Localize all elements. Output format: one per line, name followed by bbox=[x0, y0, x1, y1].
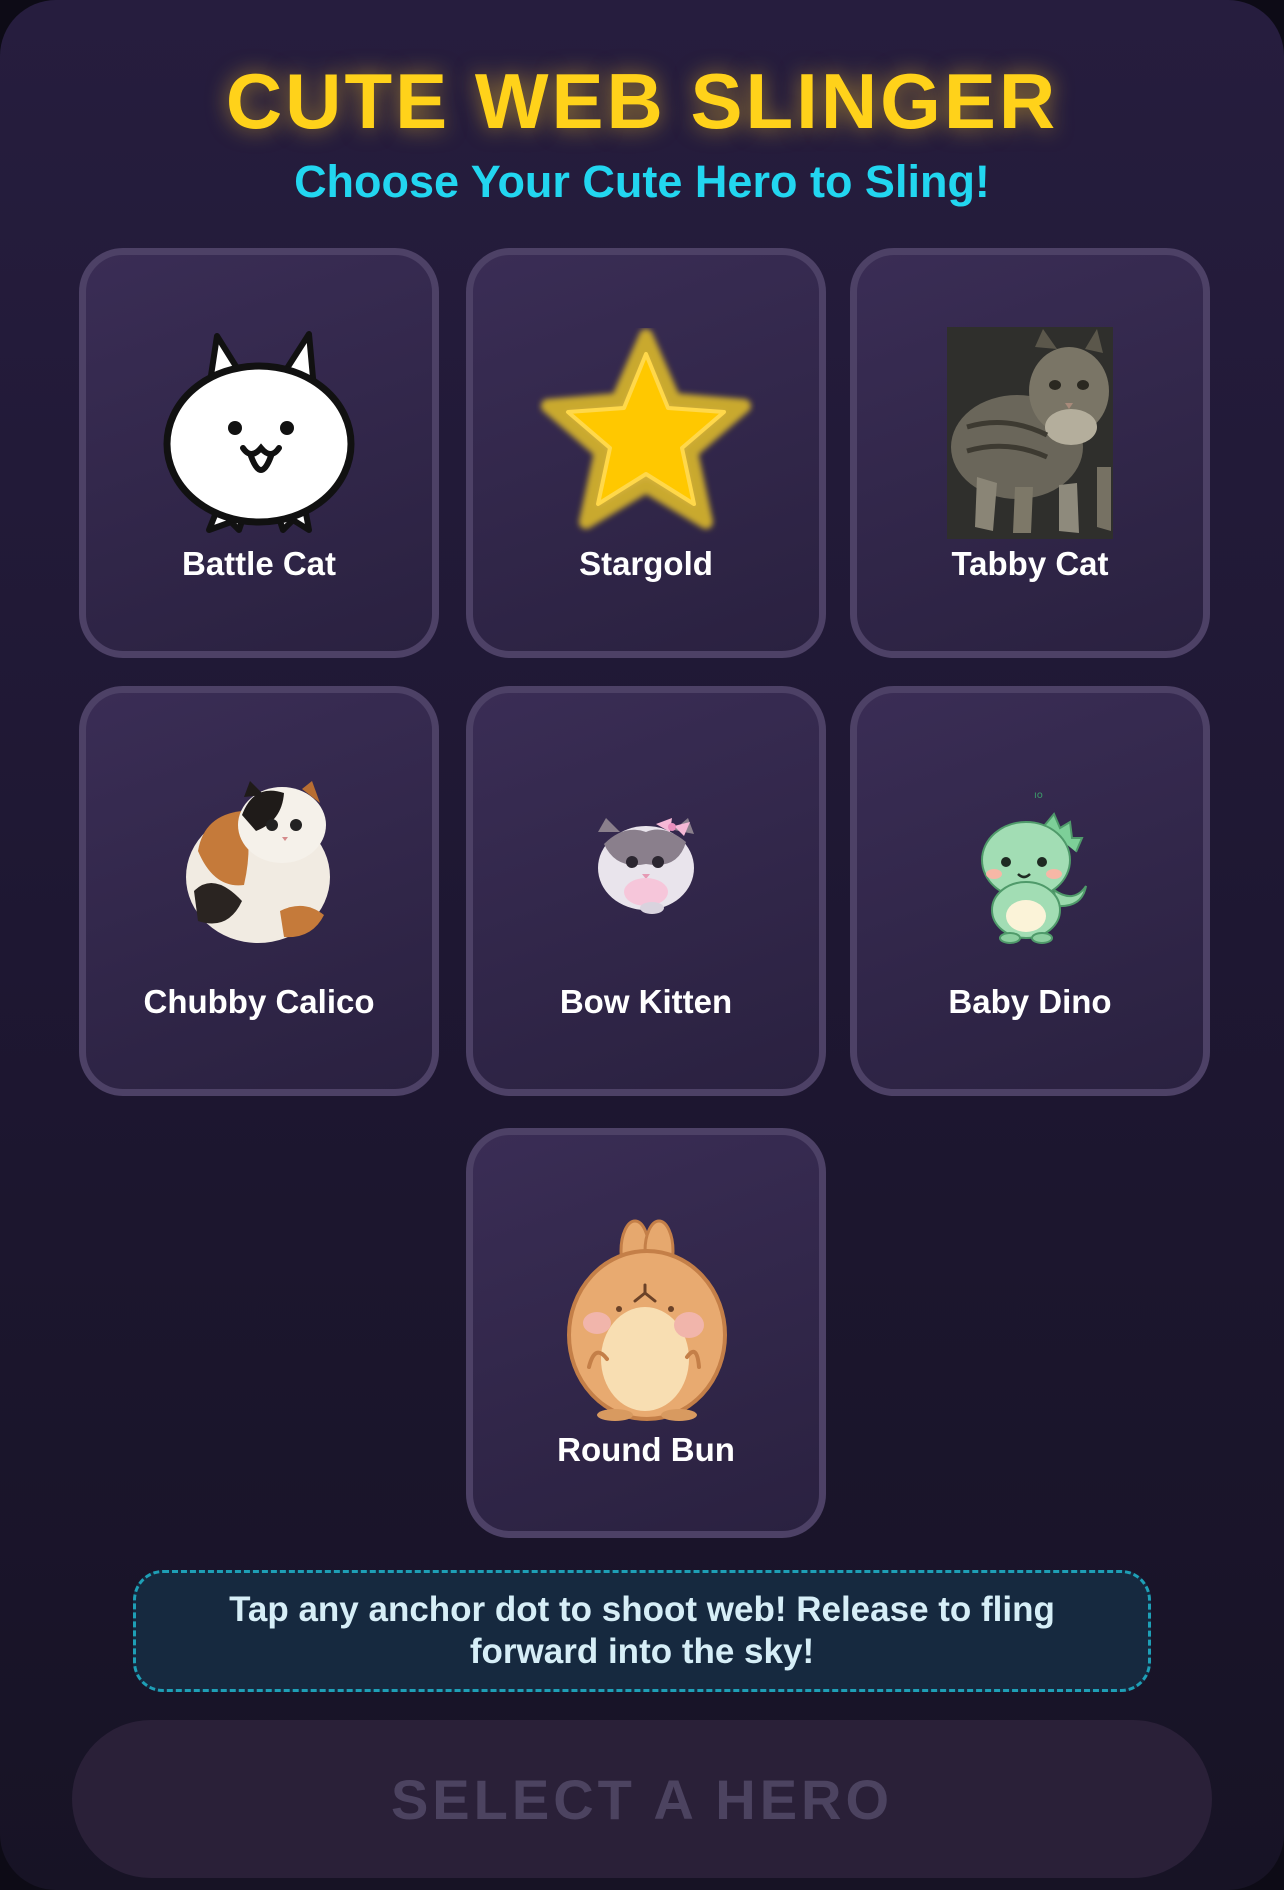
game-title: CUTE WEB SLINGER bbox=[225, 57, 1059, 145]
baby-dino-icon: ıo bbox=[981, 790, 1087, 944]
hero-name: Round Bun bbox=[557, 1431, 735, 1468]
hero-card-baby-dino[interactable]: ıo Baby Dino bbox=[850, 686, 1210, 1096]
hero-card-round-bun[interactable]: Round Bun bbox=[466, 1128, 826, 1538]
hero-card-stargold[interactable]: Stargold bbox=[466, 248, 826, 658]
hero-card-chubby-calico[interactable]: Chubby Calico bbox=[79, 686, 439, 1096]
hero-card-battle-cat[interactable]: Battle Cat bbox=[79, 248, 439, 658]
hero-name: Bow Kitten bbox=[559, 983, 733, 1020]
hero-name: Baby Dino bbox=[948, 983, 1112, 1020]
battle-cat-icon bbox=[163, 331, 355, 533]
round-bunny-icon bbox=[567, 1219, 727, 1421]
star-icon bbox=[541, 329, 751, 529]
select-hero-button[interactable]: SELECT A HERO bbox=[72, 1720, 1212, 1878]
calico-cat-photo bbox=[186, 781, 330, 943]
instruction-box: Tap any anchor dot to shoot web! Release… bbox=[133, 1570, 1151, 1692]
game-panel: CUTE WEB SLINGER Choose Your Cute Hero t… bbox=[0, 0, 1284, 1890]
hero-name: Stargold bbox=[579, 545, 713, 582]
instruction-text: Tap any anchor dot to shoot web! Release… bbox=[229, 1590, 1055, 1671]
svg-text:ıo: ıo bbox=[1034, 790, 1043, 801]
hero-name: Battle Cat bbox=[181, 545, 337, 582]
hero-card-bow-kitten[interactable]: Bow Kitten bbox=[466, 686, 826, 1096]
kitten-with-bow-photo bbox=[598, 818, 694, 914]
tabby-cat-photo bbox=[947, 327, 1113, 539]
hero-card-tabby-cat[interactable]: Tabby Cat bbox=[850, 248, 1210, 658]
hero-name: Chubby Calico bbox=[143, 983, 375, 1020]
game-subtitle: Choose Your Cute Hero to Sling! bbox=[294, 156, 990, 207]
hero-name: Tabby Cat bbox=[951, 545, 1109, 582]
